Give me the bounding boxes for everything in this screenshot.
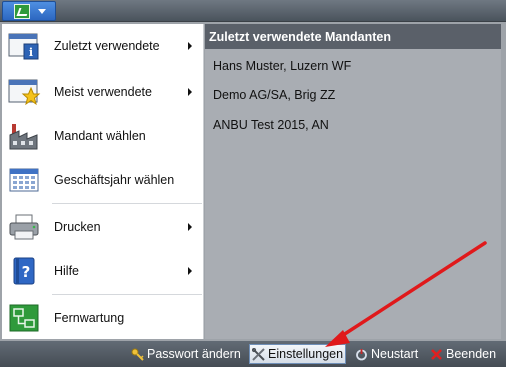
- recent-window-info-icon: i: [8, 33, 39, 60]
- app-logo-icon: [14, 4, 30, 19]
- menu-item-remote-support[interactable]: Fernwartung: [2, 296, 204, 340]
- application-menu-window: i Zuletzt verwendete Meist verwendete Ma…: [0, 0, 506, 367]
- panel-title: Zuletzt verwendete Mandanten: [205, 24, 501, 49]
- factory-icon: [9, 124, 38, 150]
- menu-item-label: Drucken: [54, 220, 101, 234]
- quit-button[interactable]: Beenden: [430, 344, 496, 364]
- application-menu-button[interactable]: [2, 1, 56, 21]
- tools-icon: [252, 347, 265, 361]
- change-password-label: Passwort ändern: [147, 347, 241, 361]
- bottom-bar: Passwort ändern Einstellungen Neustart B…: [0, 341, 506, 367]
- menu-item-label: Hilfe: [54, 264, 80, 278]
- menu-item-label: Mandant wählen: [54, 129, 146, 143]
- restart-icon: [356, 348, 367, 360]
- menu-item-help[interactable]: ? Hilfe: [2, 249, 204, 293]
- top-bar: [0, 0, 506, 22]
- calendar-icon: [9, 168, 39, 192]
- menu-separator: [52, 294, 202, 295]
- recent-client-item[interactable]: ANBU Test 2015, AN: [213, 118, 329, 132]
- recent-client-item[interactable]: Demo AG/SA, Brig ZZ: [213, 88, 335, 102]
- menu-item-label: Meist verwendete: [54, 85, 152, 99]
- menu-item-label: Fernwartung: [54, 311, 125, 325]
- menu-item-recent[interactable]: i Zuletzt verwendete: [2, 24, 204, 68]
- remote-network-icon: [9, 304, 39, 332]
- key-icon: [131, 348, 144, 361]
- help-book-icon: ?: [13, 257, 35, 285]
- submenu-arrow-icon: [188, 88, 192, 96]
- svg-text:i: i: [29, 46, 33, 59]
- star-window-icon: [8, 79, 41, 106]
- application-menu: i Zuletzt verwendete Meist verwendete Ma…: [2, 24, 204, 339]
- quit-label: Beenden: [446, 347, 497, 361]
- menu-item-label: Zuletzt verwendete: [54, 39, 160, 53]
- settings-label: Einstellungen: [268, 347, 344, 361]
- restart-label: Neustart: [371, 347, 419, 361]
- menu-item-print[interactable]: Drucken: [2, 205, 204, 249]
- submenu-arrow-icon: [188, 42, 192, 50]
- submenu-arrow-icon: [188, 267, 192, 275]
- menu-item-select-client[interactable]: Mandant wählen: [2, 114, 204, 158]
- submenu-arrow-icon: [188, 223, 192, 231]
- svg-text:?: ?: [22, 263, 31, 281]
- menu-item-fiscal-year[interactable]: Geschäftsjahr wählen: [2, 158, 204, 202]
- menu-item-most-used[interactable]: Meist verwendete: [2, 70, 204, 114]
- menu-item-label: Geschäftsjahr wählen: [54, 173, 175, 187]
- recent-client-item[interactable]: Hans Muster, Luzern WF: [213, 59, 351, 73]
- menu-separator: [52, 203, 202, 204]
- printer-icon: [9, 214, 39, 240]
- close-icon: [431, 348, 442, 360]
- settings-button[interactable]: Einstellungen: [249, 344, 347, 364]
- dropdown-caret-icon: [38, 9, 46, 14]
- recent-clients-panel: Zuletzt verwendete Mandanten Hans Muster…: [205, 24, 501, 339]
- change-password-button[interactable]: Passwort ändern: [131, 344, 241, 364]
- restart-button[interactable]: Neustart: [355, 344, 418, 364]
